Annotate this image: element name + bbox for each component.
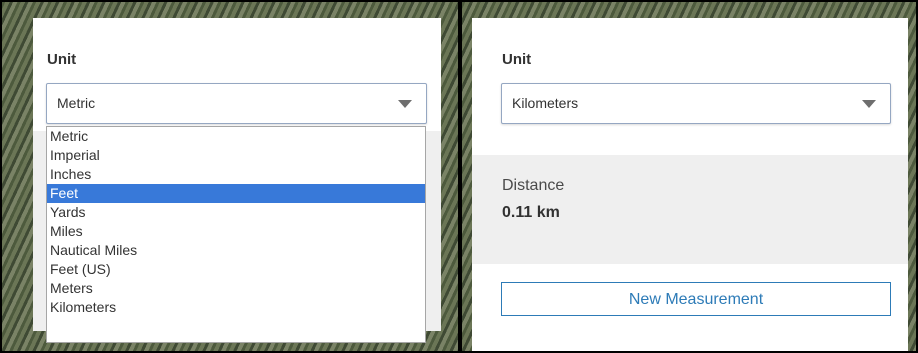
measure-panel-left: Unit Metric <box>33 18 441 131</box>
chevron-down-icon <box>398 100 412 108</box>
unit-select[interactable]: Kilometers <box>501 83 891 124</box>
unit-option[interactable]: Yards <box>47 203 425 222</box>
unit-option[interactable]: Nautical Miles <box>47 241 425 260</box>
chevron-down-icon <box>862 100 876 108</box>
unit-option-highlighted[interactable]: Feet <box>47 184 425 203</box>
unit-option[interactable]: Inches <box>47 165 425 184</box>
new-measurement-button[interactable]: New Measurement <box>501 282 891 316</box>
unit-select[interactable]: Metric <box>46 83 427 124</box>
distance-result: Distance 0.11 km <box>472 155 908 264</box>
distance-value: 0.11 km <box>502 204 560 221</box>
unit-option[interactable]: Feet (US) <box>47 260 425 279</box>
distance-label: Distance <box>502 177 565 194</box>
unit-option[interactable]: Meters <box>47 279 425 298</box>
unit-option[interactable]: Kilometers <box>47 298 425 317</box>
unit-label: Unit <box>502 51 532 68</box>
unit-option[interactable]: Metric <box>47 127 425 146</box>
unit-select-value: Metric <box>57 95 96 111</box>
unit-dropdown-list[interactable]: Metric Imperial Inches Feet Yards Miles … <box>46 126 426 343</box>
unit-option[interactable]: Imperial <box>47 146 425 165</box>
unit-select-value: Kilometers <box>512 95 579 111</box>
unit-label: Unit <box>47 51 77 68</box>
unit-option[interactable]: Miles <box>47 222 425 241</box>
